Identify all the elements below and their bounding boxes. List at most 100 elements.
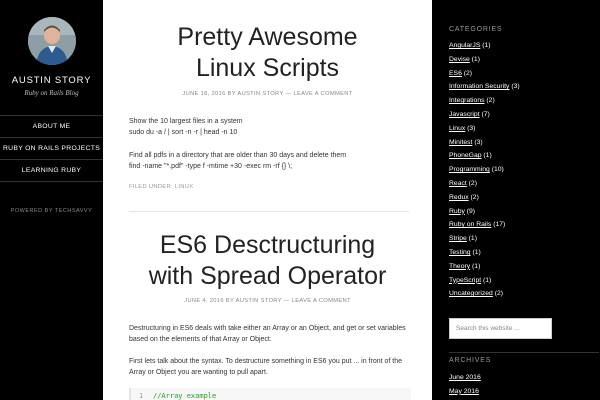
category-count: (3) xyxy=(467,124,476,132)
search-input[interactable] xyxy=(449,318,552,339)
right-sidebar: CATEGORIES AngularJS (1) Devise (1) ES6 … xyxy=(432,0,600,400)
code-comment: //Array example xyxy=(153,392,217,400)
category-item: Testing (1) xyxy=(449,246,599,260)
post-divider xyxy=(129,211,409,212)
category-count: (1) xyxy=(483,152,492,160)
category-link[interactable]: Linux xyxy=(449,125,465,132)
leave-comment-link[interactable]: LEAVE A COMMENT xyxy=(292,298,351,304)
category-count: (2) xyxy=(468,179,477,187)
category-count: (1) xyxy=(472,262,481,270)
category-count: (2) xyxy=(494,290,504,298)
category-link[interactable]: Ruby xyxy=(449,208,465,215)
archive-link[interactable]: June 2016 xyxy=(449,374,481,381)
paragraph-line: Find all pdfs in a directory that are ol… xyxy=(129,152,347,159)
category-item: Integrations (2) xyxy=(449,94,599,108)
code-line-number: 1 xyxy=(139,392,144,400)
post-date: JUNE 18, 2016 xyxy=(182,91,226,97)
post-title-line: ES6 Desctructuring xyxy=(159,231,376,259)
category-link[interactable]: Uncategorized xyxy=(449,290,493,297)
left-sidebar: AUSTIN STORY Ruby on Rails Blog ABOUT ME… xyxy=(0,0,103,400)
category-link[interactable]: Devise xyxy=(449,56,470,63)
post-paragraph: First lets talk about the syntax. To des… xyxy=(129,358,403,376)
post-title[interactable]: Pretty Awesome Linux Scripts xyxy=(119,22,416,84)
category-count: (2) xyxy=(470,193,479,201)
archive-link[interactable]: May 2016 xyxy=(449,388,479,395)
leave-comment-link[interactable]: LEAVE A COMMENT xyxy=(293,91,352,97)
category-link[interactable]: Redux xyxy=(449,194,469,201)
post-meta: JUNE 4, 2016 BY AUSTIN STORY — LEAVE A C… xyxy=(103,298,432,304)
category-count: (3) xyxy=(474,138,483,146)
nav-item-about-me[interactable]: ABOUT ME xyxy=(0,115,103,137)
category-link[interactable]: Ruby on Rails xyxy=(449,221,491,228)
paragraph-line: find -name "*.pdf" -type f -mtime +30 -e… xyxy=(129,162,293,170)
category-link[interactable]: React xyxy=(449,180,467,187)
post-paragraph: Destructuring in ES6 deals with take eit… xyxy=(129,325,406,343)
category-count: (1) xyxy=(482,42,491,49)
category-link[interactable]: Javascript xyxy=(449,111,480,118)
category-item: PhoneGap (1) xyxy=(449,149,599,163)
category-item: Theory (1) xyxy=(449,260,599,274)
category-link[interactable]: PhoneGap xyxy=(449,152,482,159)
category-link[interactable]: Information Security xyxy=(449,83,509,90)
post-paragraph: Show the 10 largest files in a system su… xyxy=(129,117,409,138)
category-count: (2) xyxy=(486,97,495,105)
paragraph-line: sudo du -a / | sort -n -r | head -n 10 xyxy=(129,128,238,136)
widget-divider xyxy=(449,352,599,353)
category-link[interactable]: Theory xyxy=(449,263,470,270)
post-paragraph: Find all pdfs in a directory that are ol… xyxy=(129,151,409,172)
category-link[interactable]: AngularJS xyxy=(449,42,480,49)
filed-under-label: FILED UNDER: xyxy=(129,184,173,190)
category-link[interactable]: Minitest xyxy=(449,139,472,146)
primary-nav: ABOUT ME RUBY ON RAILS PROJECTS LEARNING… xyxy=(0,115,103,182)
category-count: (1) xyxy=(483,276,492,284)
site-description: Ruby on Rails Blog xyxy=(24,89,79,97)
category-item: Redux (2) xyxy=(449,191,599,205)
post-author[interactable]: BY AUSTIN STORY xyxy=(228,91,284,97)
category-item: React (2) xyxy=(449,177,599,191)
category-item: TypeScript (1) xyxy=(449,274,599,288)
category-link[interactable]: ES6 xyxy=(449,70,462,77)
avatar[interactable] xyxy=(28,17,76,65)
categories-list: AngularJS (1) Devise (1) ES6 (2) Informa… xyxy=(449,39,599,301)
archive-item: May 2016 xyxy=(449,385,599,399)
post-author[interactable]: BY AUSTIN STORY xyxy=(226,298,282,304)
post-title-line: Pretty Awesome xyxy=(177,23,358,51)
avatar-photo-icon xyxy=(28,17,76,65)
filed-under: FILED UNDER: LINUX xyxy=(129,184,193,190)
category-count: (9) xyxy=(466,207,476,215)
post-date: JUNE 4, 2016 xyxy=(184,298,224,304)
category-link[interactable]: Stripe xyxy=(449,235,467,242)
archive-item: June 2016 xyxy=(449,371,599,385)
category-item: Programming (10) xyxy=(449,163,599,177)
category-item: Minitest (3) xyxy=(449,136,599,150)
archives-title: ARCHIVES xyxy=(449,357,492,364)
category-item: ES6 (2) xyxy=(449,67,599,81)
category-link[interactable]: TypeScript xyxy=(449,277,481,284)
site-title[interactable]: AUSTIN STORY xyxy=(0,75,103,86)
main-content: Pretty Awesome Linux Scripts JUNE 18, 20… xyxy=(103,0,432,400)
category-count: (3) xyxy=(511,83,520,91)
categories-title: CATEGORIES xyxy=(449,26,503,33)
code-block: 1 //Array example xyxy=(129,388,411,400)
post-title-line: with Spread Operator xyxy=(148,262,387,290)
post-meta: JUNE 18, 2016 BY AUSTIN STORY — LEAVE A … xyxy=(103,91,432,97)
meta-separator: — xyxy=(285,91,292,97)
category-link[interactable]: Testing xyxy=(449,249,471,256)
category-count: (7) xyxy=(481,110,490,118)
category-count: (1) xyxy=(472,248,481,256)
category-count: (1) xyxy=(468,235,477,243)
category-link[interactable]: Programming xyxy=(449,166,490,173)
nav-item-ruby-on-rails-projects[interactable]: RUBY ON RAILS PROJECTS xyxy=(0,137,103,159)
powered-by-text: POWERED BY TECHSAVVY xyxy=(10,208,93,214)
archives-list: June 2016 May 2016 xyxy=(449,371,599,399)
category-item: Ruby (9) xyxy=(449,205,599,219)
category-item: Linux (3) xyxy=(449,122,599,136)
nav-item-learning-ruby[interactable]: LEARNING RUBY xyxy=(0,159,103,182)
category-item: Stripe (1) xyxy=(449,232,599,246)
post-title[interactable]: ES6 Desctructuring with Spread Operator xyxy=(119,230,416,292)
category-count: (2) xyxy=(463,69,473,77)
category-link-linux[interactable]: LINUX xyxy=(175,184,194,190)
category-link[interactable]: Integrations xyxy=(449,97,485,104)
category-item: Ruby on Rails (17) xyxy=(449,218,599,232)
meta-separator: — xyxy=(283,298,290,304)
